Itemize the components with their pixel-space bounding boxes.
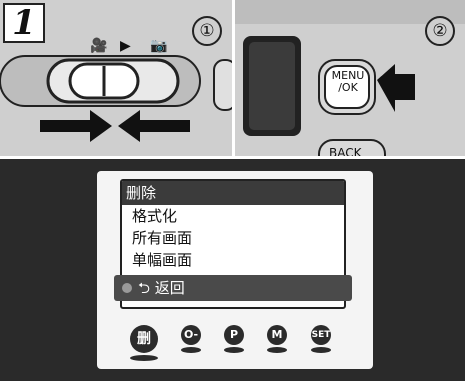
mode-switch-drawing (0, 55, 232, 142)
return-text: 返回 (154, 279, 185, 297)
press-arrow-icon (377, 64, 415, 112)
menu-item-all-frames[interactable]: 所有画面 (122, 227, 344, 249)
protect-icon[interactable]: O- (181, 325, 201, 345)
voice-memo-icon-base (267, 347, 287, 353)
menu-item-format[interactable]: 格式化 (122, 205, 344, 227)
arrow-left-icon (118, 110, 190, 142)
menu-ok-label: MENU /OK (331, 69, 365, 94)
delete-icon[interactable]: 删 (130, 325, 158, 353)
protect-icon-base (181, 347, 201, 353)
menu-button-panel: MENU /OK BACK ② (235, 0, 465, 158)
menu-item-single-frame[interactable]: 单幅画面 (122, 249, 344, 271)
print-icon-base (224, 347, 244, 353)
menu-item-return[interactable]: ⮌ 返回 (114, 275, 352, 301)
return-label: ⮌ 返回 (138, 279, 185, 297)
camera-illustration: 1 ① 🎥 ▶ 📷 MENU /OK BACK ② (0, 0, 465, 158)
mode-switch-panel: 1 ① 🎥 ▶ 📷 (0, 0, 232, 158)
instruction-frame: 1 ① 🎥 ▶ 📷 MENU /OK BACK ② 删除 格式化 所有画面 单幅… (0, 0, 465, 381)
dial-edge (213, 59, 232, 111)
lcd-screen-frame: 删除 格式化 所有画面 单幅画面 ⮌ 返回 删 O- P M SET (97, 171, 373, 369)
delete-icon-base (130, 355, 158, 361)
lcd-menu-display: 删除 格式化 所有画面 单幅画面 ⮌ 返回 删 O- P M SET (0, 159, 465, 381)
arrow-right-icon (40, 110, 112, 142)
set-icon[interactable]: SET (311, 325, 331, 345)
callout-2: ② (425, 16, 455, 46)
section-divider (0, 156, 465, 158)
lcd-glass (249, 42, 295, 130)
selection-dot-icon (122, 283, 132, 293)
menu-icon-bar: 删 O- P M SET (97, 311, 373, 369)
voice-memo-icon[interactable]: M (267, 325, 287, 345)
set-icon-base (311, 347, 331, 353)
print-icon[interactable]: P (224, 325, 244, 345)
menu-title: 删除 (122, 181, 344, 205)
callout-2-label: ② (432, 21, 448, 41)
